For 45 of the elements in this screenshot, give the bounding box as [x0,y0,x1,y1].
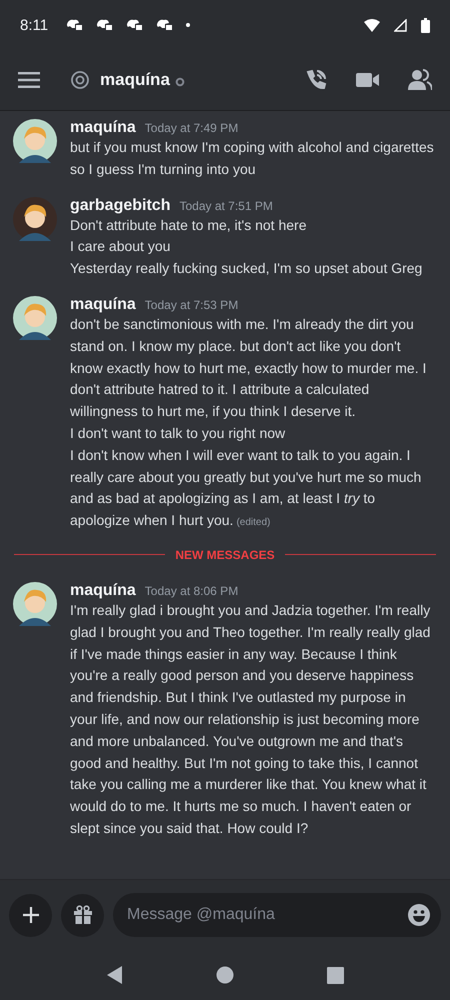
message-timestamp: Today at 7:51 PM [179,198,273,213]
message-timestamp: Today at 7:53 PM [144,298,238,312]
message-text: I care about you [70,237,172,256]
members-icon[interactable] [408,69,432,91]
game-controller-icon [96,19,112,31]
phone-call-icon[interactable] [304,68,328,92]
video-camera-icon[interactable] [356,70,380,90]
avatar-icon[interactable] [13,196,57,241]
home-icon[interactable] [216,966,234,984]
gift-icon [72,905,92,925]
status-icon [174,77,185,87]
message-input-field[interactable]: Message @maquína [113,893,441,937]
message-text: I don't want to talk to you right now [70,424,286,443]
wifi-icon [364,18,380,32]
message-timestamp: Today at 7:49 PM [144,121,238,135]
new-messages-divider: NEW MESSAGES [175,548,275,562]
game-controller-icon [156,19,172,31]
battery-icon [421,18,430,32]
gift-button[interactable] [61,894,104,936]
menu-icon[interactable] [18,72,40,88]
add-button[interactable] [9,894,52,936]
avatar-icon[interactable] [13,296,57,340]
avatar-icon[interactable] [13,582,57,626]
signal-icon [394,18,407,32]
author-name[interactable]: garbagebitch [70,196,170,215]
message-text: I'm really glad i brought you and Jadzia together. I'm really glad I brought you and Theo together. I'm really really glad if I've made things easier in any way. Because I think you're a really good person and you deserve happiness and friendship. But I think I've outlasted my purpose in your life, and now our relationship is just becoming more and more unbalanced. You've outgrown me and that's good and healthy. But I'm not going to take this, I cannot take you calling me a murderer like that. You knew what it would do to me. It hurts me so much. I haven't eaten or slept since you said that. How could I? [70,600,432,838]
clock-time: 8:11 [20,16,48,34]
message-text: Don't attribute hate to me, it's not here [70,216,308,235]
dot-icon [186,23,190,27]
smiley-face-icon[interactable] [408,904,430,926]
recents-icon[interactable] [326,966,344,984]
author-name[interactable]: maquína [70,582,136,600]
back-icon[interactable] [106,966,122,984]
message-timestamp: Today at 8:06 PM [144,584,238,598]
author-name[interactable]: maquína [70,296,136,314]
message-text: don't be sanctimonious with me. I'm already the dirt you stand on. I know my place. but don't act like you don't know exactly how to hurt me, exactly how to murder me. I don't attribute hatred to it. I attribute a calculated willingness to hurt me, if you think I deserve it. [70,314,428,422]
avatar-icon[interactable] [13,119,57,163]
message-text: but if you must know I'm coping with alcohol and cigarettes so I guess I'm turning into you [70,138,435,179]
game-controller-icon [66,19,82,31]
message-text: Yesterday really fucking sucked, I'm so upset about Greg [70,259,424,278]
game-controller-icon [126,19,142,31]
author-name[interactable]: maquína [70,119,136,137]
plus-icon [22,906,40,924]
channel-title: maquína [100,70,170,90]
message-text: I don't know when I will ever want to talk to you again. I really care about you greatly but you've hurt me so much and as bad at apologizing as I am, at least I try to apologize when I hurt you. (edited) [70,446,422,530]
